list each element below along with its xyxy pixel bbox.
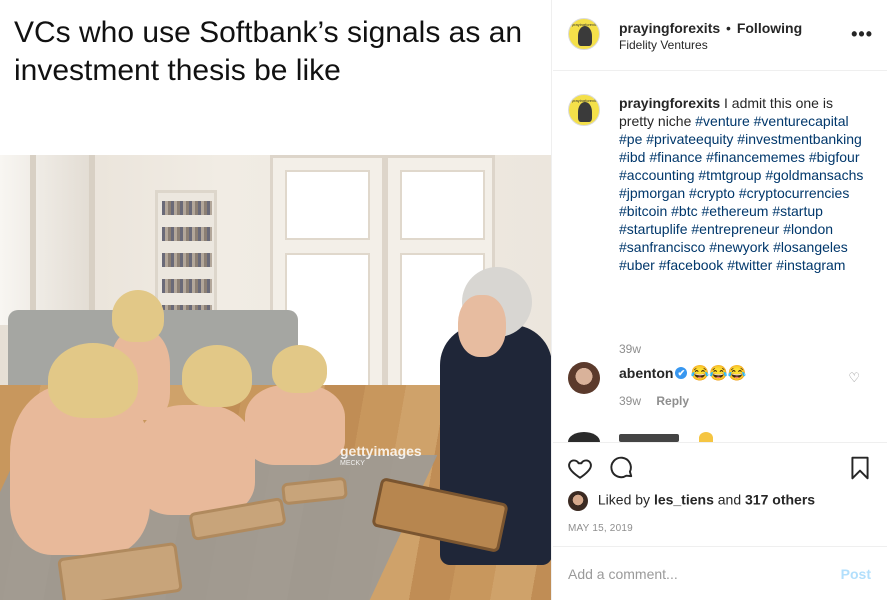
comment-meta: 39w Reply: [619, 394, 689, 408]
caption-text: prayingforexits I admit this one is pret…: [619, 94, 869, 274]
author-username[interactable]: prayingforexits: [619, 20, 720, 36]
caption-username[interactable]: prayingforexits: [619, 95, 720, 111]
comment-text: abenton ✔ 😂😂😂: [619, 364, 746, 382]
praying-hands-icon: [578, 102, 592, 122]
commenter-username[interactable]: abenton: [619, 365, 673, 381]
next-comment-avatar-partial: [568, 432, 600, 442]
commenter-avatar[interactable]: [568, 362, 600, 394]
save-bookmark-icon[interactable]: [847, 455, 873, 481]
post-media[interactable]: VCs who use Softbank’s signals as an inv…: [0, 0, 552, 600]
caption-author-avatar[interactable]: prayingforexits: [568, 94, 600, 126]
likes-summary: Liked by les_tiens and 317 others: [568, 491, 815, 511]
comment-timestamp[interactable]: 39w: [619, 394, 641, 408]
watermark-credit: MECKY: [340, 460, 365, 467]
photo-child: [135, 405, 255, 515]
photo-child-hair: [272, 345, 327, 393]
praying-hands-icon: [578, 26, 592, 46]
comment-like-heart-icon[interactable]: ♡: [848, 370, 860, 386]
comment-input[interactable]: [568, 561, 818, 587]
add-comment-bar: Post: [553, 546, 887, 600]
liked-by-user[interactable]: les_tiens: [654, 492, 714, 508]
photo-child-hair: [48, 343, 138, 418]
comment-bubble-icon[interactable]: [609, 455, 635, 481]
like-heart-icon[interactable]: [567, 455, 593, 481]
liker-avatar[interactable]: [568, 491, 588, 511]
author-line: prayingforexits • Following: [619, 20, 802, 36]
liked-by-and: and: [717, 491, 742, 508]
reply-button[interactable]: Reply: [656, 394, 689, 408]
post-actions: Liked by les_tiens and 317 others MAY 15…: [553, 442, 887, 546]
post-location[interactable]: Fidelity Ventures: [619, 38, 708, 52]
photo-window: [0, 155, 95, 325]
post-date[interactable]: MAY 15, 2019: [568, 523, 633, 534]
more-options-icon[interactable]: •••: [851, 24, 873, 45]
meme-caption: VCs who use Softbank’s signals as an inv…: [14, 16, 523, 87]
caption-timestamp[interactable]: 39w: [619, 342, 641, 356]
caption-hashtags[interactable]: #venture #venturecapital #pe #privateequ…: [619, 113, 863, 273]
comment-body: 😂😂😂: [690, 365, 747, 382]
photo-child-hair: [112, 290, 164, 342]
post-panel: prayingforexits prayingforexits • Follow…: [553, 0, 887, 600]
next-comment-emoji-partial: [699, 432, 713, 442]
photo-child: [245, 385, 345, 465]
comments-section[interactable]: prayingforexits prayingforexits I admit …: [553, 72, 887, 442]
separator-dot: •: [726, 20, 731, 36]
liked-by-prefix: Liked by: [597, 491, 651, 508]
liked-by-others[interactable]: 317 others: [745, 492, 815, 508]
verified-badge-icon: ✔: [675, 367, 688, 380]
photo-woman-face: [458, 295, 506, 357]
post-header: prayingforexits prayingforexits • Follow…: [553, 0, 887, 71]
post-comment-button[interactable]: Post: [841, 566, 871, 582]
author-avatar[interactable]: prayingforexits: [568, 18, 600, 50]
getty-watermark: gettyimages MECKY: [340, 443, 422, 467]
post-photo: gettyimages MECKY: [0, 155, 551, 600]
watermark-text: gettyimages: [340, 443, 422, 459]
photo-child-hair: [182, 345, 252, 407]
next-comment-username-partial: [619, 434, 679, 442]
following-button[interactable]: Following: [737, 20, 802, 36]
